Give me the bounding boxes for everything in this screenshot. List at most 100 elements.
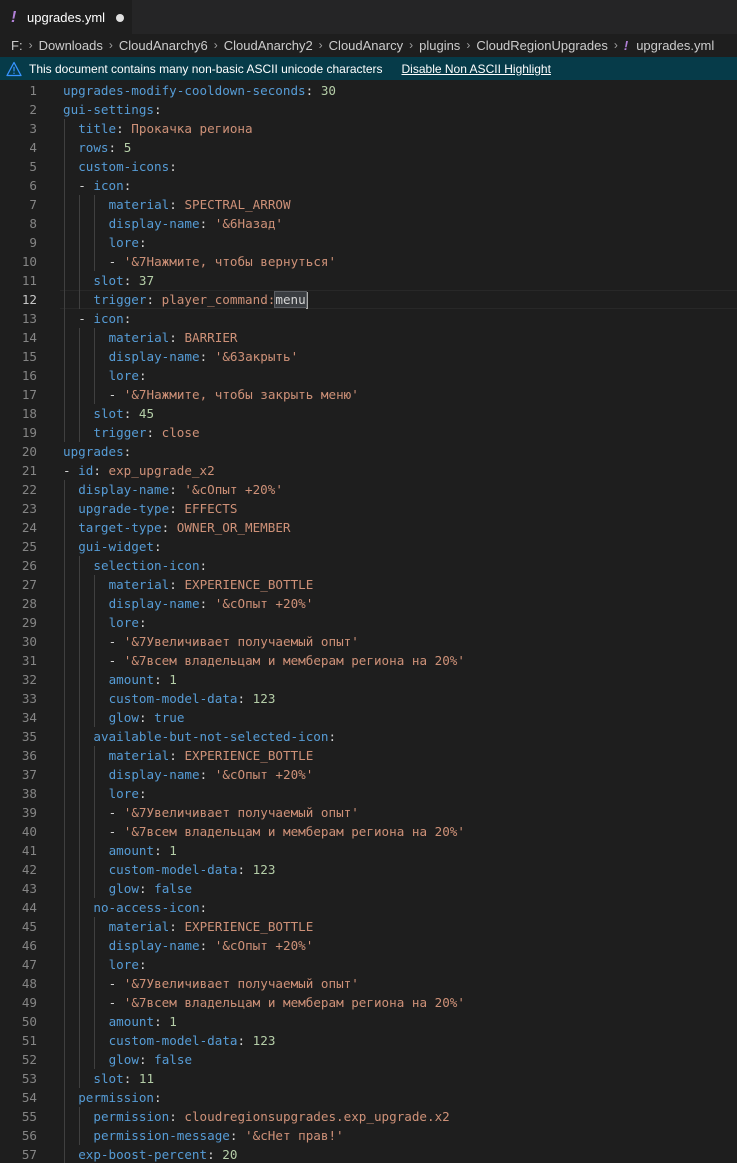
breadcrumb-item[interactable]: CloudAnarchy6	[119, 38, 208, 53]
code-line[interactable]: 35 available-but-not-selected-icon:	[0, 727, 737, 746]
code-line[interactable]: 10 - '&7Нажмите, чтобы вернуться'	[0, 252, 737, 271]
code-line[interactable]: 28 display-name: '&cОпыт +20%'	[0, 594, 737, 613]
line-number: 53	[21, 1071, 37, 1086]
code-token: material	[108, 748, 170, 763]
code-line[interactable]: 44 no-access-icon:	[0, 898, 737, 917]
code-line[interactable]: 47 lore:	[0, 955, 737, 974]
code-line[interactable]: 18 slot: 45	[0, 404, 737, 423]
code-line[interactable]: 17 - '&7Нажмите, чтобы закрыть меню'	[0, 385, 737, 404]
breadcrumb-item[interactable]: CloudAnarchy2	[224, 38, 313, 53]
code-line[interactable]: 37 display-name: '&cОпыт +20%'	[0, 765, 737, 784]
code-line[interactable]: 49 - '&7всем владельцам и мемберам регион…	[0, 993, 737, 1012]
code-token: :	[154, 539, 162, 554]
code-line[interactable]: 12 trigger: player_command:menu	[0, 290, 737, 309]
code-line[interactable]: 29 lore:	[0, 613, 737, 632]
code-line[interactable]: 31 - '&7всем владельцам и мемберам регион…	[0, 651, 737, 670]
code-line[interactable]: 6 - icon:	[0, 176, 737, 195]
code-line[interactable]: 56 permission-message: '&cНет прав!'	[0, 1126, 737, 1145]
code-line[interactable]: 26 selection-icon:	[0, 556, 737, 575]
code-line[interactable]: 33 custom-model-data: 123	[0, 689, 737, 708]
code-line[interactable]: 14 material: BARRIER	[0, 328, 737, 347]
code-line[interactable]: 57 exp-boost-percent: 20	[0, 1145, 737, 1163]
code-line[interactable]: 13 - icon:	[0, 309, 737, 328]
indent-guide	[64, 252, 65, 271]
code-line[interactable]: 52 glow: false	[0, 1050, 737, 1069]
code-line[interactable]: 7 material: SPECTRAL_ARROW	[0, 195, 737, 214]
code-line[interactable]: 43 glow: false	[0, 879, 737, 898]
code-line[interactable]: 55 permission: cloudregionsupgrades.exp_u…	[0, 1107, 737, 1126]
code-line[interactable]: 24 target-type: OWNER_OR_MEMBER	[0, 518, 737, 537]
code-editor[interactable]: 1 upgrades-modify-cooldown-seconds: 30 2 gu…	[0, 80, 737, 1163]
code-token: :	[199, 767, 215, 782]
code-line[interactable]: 30 - '&7Увеличивает получаемый опыт'	[0, 632, 737, 651]
breadcrumb-item[interactable]: Downloads	[39, 38, 103, 53]
chevron-right-icon: ›	[28, 38, 33, 52]
code-line[interactable]: 9 lore:	[0, 233, 737, 252]
code-line[interactable]: 27 material: EXPERIENCE_BOTTLE	[0, 575, 737, 594]
code-token: 123	[252, 862, 276, 877]
code-line[interactable]: 51 custom-model-data: 123	[0, 1031, 737, 1050]
code-line[interactable]: 2 gui-settings:	[0, 100, 737, 119]
breadcrumb-file[interactable]: upgrades.yml	[636, 38, 714, 53]
code-line[interactable]: 39 - '&7Увеличивает получаемый опыт'	[0, 803, 737, 822]
breadcrumb-item[interactable]: F:	[11, 38, 23, 53]
code-text: lore:	[109, 366, 147, 385]
line-number: 25	[21, 539, 37, 554]
code-line[interactable]: 3 title: Прокачка региона	[0, 119, 737, 138]
code-line[interactable]: 46 display-name: '&cОпыт +20%'	[0, 936, 737, 955]
indent-guide	[79, 252, 81, 271]
indent-guide	[94, 822, 96, 841]
code-line[interactable]: 8 display-name: '&6Назад'	[0, 214, 737, 233]
code-line[interactable]: 4 rows: 5	[0, 138, 737, 157]
code-line[interactable]: 42 custom-model-data: 123	[0, 860, 737, 879]
code-line[interactable]: 34 glow: true	[0, 708, 737, 727]
code-text: - '&7Увеличивает получаемый опыт'	[109, 974, 359, 993]
code-text: glow: false	[109, 879, 192, 898]
code-line[interactable]: 19 trigger: close	[0, 423, 737, 442]
code-line[interactable]: 16 lore:	[0, 366, 737, 385]
code-line[interactable]: 11 slot: 37	[0, 271, 737, 290]
code-line[interactable]: 36 material: EXPERIENCE_BOTTLE	[0, 746, 737, 765]
code-line[interactable]: 50 amount: 1	[0, 1012, 737, 1031]
indent-guide	[64, 271, 65, 290]
code-line[interactable]: 5 custom-icons:	[0, 157, 737, 176]
unsaved-changes-dot-icon[interactable]	[116, 13, 125, 22]
breadcrumb-item[interactable]: CloudAnarcy	[329, 38, 403, 53]
indent-guide	[64, 366, 65, 385]
line-number: 50	[21, 1014, 37, 1029]
code-line[interactable]: 40 - '&7всем владельцам и мемберам регион…	[0, 822, 737, 841]
line-number: 41	[21, 843, 37, 858]
code-token: player_command:	[161, 292, 276, 307]
indent-guide	[94, 803, 96, 822]
indent-guide	[64, 1031, 65, 1050]
code-text: permission:	[78, 1088, 161, 1107]
code-line[interactable]: 48 - '&7Увеличивает получаемый опыт'	[0, 974, 737, 993]
code-line[interactable]: 25 gui-widget:	[0, 537, 737, 556]
code-token: :	[237, 1033, 253, 1048]
indent-guide	[64, 138, 65, 157]
code-token: no-access-icon	[93, 900, 200, 915]
breadcrumb-item[interactable]: plugins	[419, 38, 460, 53]
disable-non-ascii-highlight-link[interactable]: Disable Non ASCII Highlight	[402, 62, 551, 76]
indent-guide	[64, 157, 65, 176]
code-line[interactable]: 20 upgrades:	[0, 442, 737, 461]
indent-guide	[79, 1031, 81, 1050]
code-line[interactable]: 1 upgrades-modify-cooldown-seconds: 30	[0, 81, 737, 100]
code-line[interactable]: 45 material: EXPERIENCE_BOTTLE	[0, 917, 737, 936]
code-line[interactable]: 53 slot: 11	[0, 1069, 737, 1088]
code-line[interactable]: 22 display-name: '&cОпыт +20%'	[0, 480, 737, 499]
tab-upgrades-yml[interactable]: ! upgrades.yml	[0, 0, 132, 34]
code-line[interactable]: 23 upgrade-type: EFFECTS	[0, 499, 737, 518]
indent-guide	[64, 727, 65, 746]
breadcrumb-item[interactable]: CloudRegionUpgrades	[476, 38, 608, 53]
code-line[interactable]: 15 display-name: '&6Закрыть'	[0, 347, 737, 366]
code-token: 5	[123, 140, 132, 155]
yaml-file-icon: !	[11, 8, 17, 26]
code-line[interactable]: 41 amount: 1	[0, 841, 737, 860]
code-line[interactable]: 38 lore:	[0, 784, 737, 803]
code-line[interactable]: 32 amount: 1	[0, 670, 737, 689]
code-line[interactable]: 21 - id: exp_upgrade_x2	[0, 461, 737, 480]
code-token: material	[108, 919, 170, 934]
indent-guide	[64, 974, 65, 993]
code-line[interactable]: 54 permission:	[0, 1088, 737, 1107]
